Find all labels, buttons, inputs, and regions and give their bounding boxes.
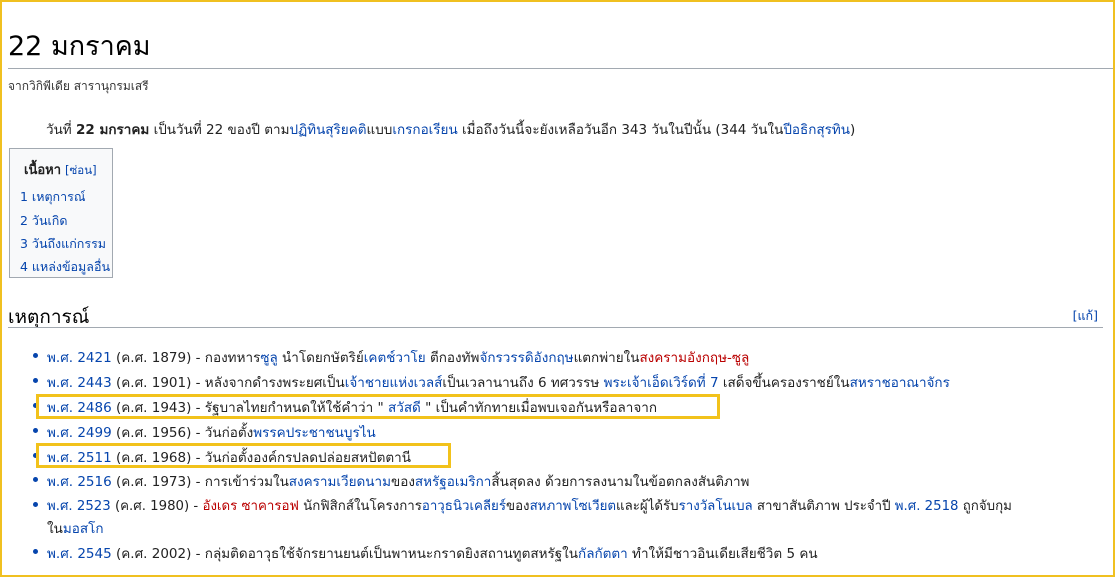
page-title: 22 มกราคม [8,31,151,62]
list-item: พ.ศ. 2443 (ค.ศ. 1901) - หลังจากดำรงพระยศ… [33,371,950,393]
event-text: เสด็จขึ้นครองราชย์ใน [718,375,850,391]
list-item: พ.ศ. 2523 (ค.ศ. 1980) - อังเดร ซาคารอฟ น… [33,495,1012,516]
event-link[interactable]: สหภาพโซเวียต [530,499,616,514]
event-text: ถูกจับกุม [958,499,1012,514]
event-link[interactable]: บูรไน [344,425,376,441]
year-link[interactable]: พ.ศ. 2545 [47,546,112,562]
toc-header: เนื้อหา [ซ่อน] [24,159,97,180]
event-text: (ค.ศ. 1973) - การเข้าร่วมใน [111,474,289,490]
event-text: (ค.ศ. 1980) - [110,499,203,514]
title-divider [8,68,1113,69]
toc-item-events[interactable]: 1 เหตุการณ์ [20,187,85,207]
event-text: (ค.ศ. 2002) - กลุ่มติดอาวุธใช้จักรยานยนต… [111,546,579,562]
link-gregorian[interactable]: เกรกอเรียน [392,122,457,138]
section-divider [8,327,1103,328]
intro-bold-date: 22 มกราคม [76,122,150,138]
year-link[interactable]: พ.ศ. 2443 [47,375,112,391]
event-link[interactable]: สงครามเวียดนาม [289,474,391,490]
toc-item-deaths[interactable]: 3 วันถึงแก่กรรม [20,234,106,254]
list-item: พ.ศ. 2545 (ค.ศ. 2002) - กลุ่มติดอาวุธใช้… [33,542,818,564]
event-link[interactable]: จักรวรรดิอังกฤษ [479,350,573,366]
event-text: ของ [390,474,415,490]
toc-title: เนื้อหา [24,163,62,178]
event-link[interactable]: สหรัฐอเมริกา [415,474,491,490]
event-text: นำโดยกษัตริย์ [277,350,364,366]
event-text: สิ้นสุดลง ด้วยการลงนามในข้อตกลงสันติภาพ [491,474,750,490]
event-link[interactable]: สหราชอาณาจักร [850,375,950,391]
intro-text: เมื่อถึงวันนี้จะยังเหลือวันอีก 343 วันใน… [457,122,784,138]
year-link[interactable]: พ.ศ. 2421 [47,350,112,366]
event-link[interactable]: พระเจ้าเอ็ดเวิร์ดที่ 7 [604,375,719,391]
event-text: (ค.ศ. 1901) - หลังจากดำรงพระยศเป็น [111,375,345,391]
event-text: (ค.ศ. 1879) - กองทหาร [111,350,261,366]
event-text: ของ [505,499,530,514]
link-leap-year[interactable]: ปีอธิกสุรทิน [783,122,850,138]
edit-section-link[interactable]: [แก้] [1073,306,1098,326]
event-text: แตกพ่ายใน [573,350,640,366]
event-redlink[interactable]: อังเดร ซาคารอฟ [202,499,298,514]
event-text: ทำให้มีชาวอินเดียเสียชีวิต 5 คน [627,546,818,562]
toc-hide-toggle[interactable]: [ซ่อน] [65,163,97,177]
link-solar-calendar[interactable]: ปฏิทินสุริยคติ [290,122,367,138]
event-link[interactable]: ซูลู [260,350,277,366]
event-text: เป็นเวลานานถึง 6 ทศวรรษ [442,375,604,391]
highlight-box [36,443,451,468]
event-link[interactable]: เจ้าชายแห่งเวลส์ [345,375,443,391]
event-link[interactable]: กัลกัตตา [578,546,628,562]
event-redlink[interactable]: สงครามอังกฤษ-ซูลู [639,350,749,366]
event-text: สาขาสันติภาพ ประจำปี [752,499,895,514]
event-text: ใน [47,521,63,537]
list-item-continuation: ในมอสโก [47,517,104,539]
event-text: ตีกองทัพ [425,350,480,366]
event-text: นักฟิสิกส์ในโครงการ [298,499,422,514]
list-item: พ.ศ. 2421 (ค.ศ. 1879) - กองทหารซูลู นำโด… [32,346,749,368]
event-link[interactable]: มอสโก [63,521,104,537]
event-link[interactable]: อาวุธนิวเคลียร์ [422,499,506,514]
intro-text: แบบ [366,122,393,138]
year-link[interactable]: พ.ศ. 2499 [47,425,112,441]
intro-text: เป็นวันที่ 22 ของปี ตาม [149,122,290,138]
intro-paragraph: วันที่ 22 มกราคม เป็นวันที่ 22 ของปี ตาม… [46,118,855,140]
event-text: (ค.ศ. 1956) - วันก่อตั้ง [111,425,254,441]
event-link[interactable]: เคตช์วาโย [364,350,426,366]
year-link[interactable]: พ.ศ. 2523 [47,499,111,514]
event-link[interactable]: รางวัลโนเบล [679,499,753,514]
site-tagline: จากวิกิพีเดีย สารานุกรมเสรี [8,79,149,93]
year-link[interactable]: พ.ศ. 2516 [47,474,112,490]
list-item: พ.ศ. 2516 (ค.ศ. 1973) - การเข้าร่วมในสงค… [32,470,750,492]
intro-text: วันที่ [46,122,76,138]
event-link[interactable]: พ.ศ. 2518 [895,499,959,514]
table-of-contents: เนื้อหา [ซ่อน] 1 เหตุการณ์ 2 วันเกิด 3 วั… [9,148,113,278]
toc-item-births[interactable]: 2 วันเกิด [20,211,67,231]
list-item: พ.ศ. 2499 (ค.ศ. 1956) - วันก่อตั้งพรรคปร… [33,421,376,443]
event-link[interactable]: พรรคประชาชน [253,425,344,441]
event-text: และผู้ได้รับ [616,499,679,514]
highlight-box [36,394,720,419]
toc-item-external-links[interactable]: 4 แหล่งข้อมูลอื่น [20,257,110,277]
intro-text: ) [850,122,856,138]
